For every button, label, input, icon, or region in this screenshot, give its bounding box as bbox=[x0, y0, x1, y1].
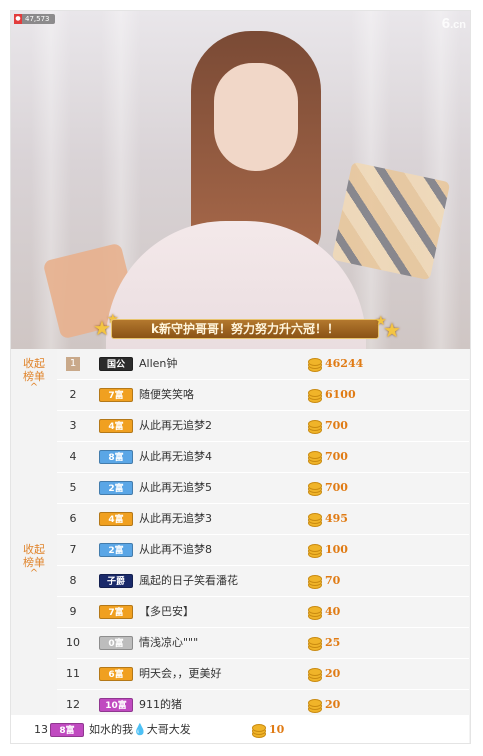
rich-level-badge: 4富 bbox=[99, 512, 133, 526]
rich-level-badge: 7富 bbox=[99, 388, 133, 402]
user-name[interactable]: 从此再无追梦3 bbox=[139, 504, 212, 534]
user-name[interactable]: 明天会，，更美好 bbox=[139, 659, 222, 689]
user-name[interactable]: 【多巴安】 bbox=[139, 597, 194, 627]
coin-stack-icon bbox=[307, 543, 322, 558]
rank-number: 10 bbox=[66, 636, 80, 649]
chevron-up-icon: ^ bbox=[29, 382, 39, 393]
ranking-group: 收起 榜单 ^ 1 国公 Allen钟 46244 2 7富 随便笑笑咯 6100 3 4富 从此再… bbox=[11, 349, 470, 535]
viewers-icon: ● bbox=[14, 14, 22, 24]
user-name[interactable]: Allen钟 bbox=[139, 349, 177, 379]
collapse-list-toggle[interactable]: 收起 榜单 ^ bbox=[11, 535, 57, 579]
ranking-rows: 7 2富 从此再不追梦8 100 8 子爵 風起的日子笑看潘花 70 9 7富 【多巴安】 40 10 0… bbox=[57, 535, 469, 721]
pillow-decoration bbox=[331, 161, 451, 281]
rich-level-badge: 10富 bbox=[99, 698, 133, 712]
chevron-up-icon: ^ bbox=[29, 568, 39, 579]
rank-number: 11 bbox=[66, 667, 80, 680]
contribution-score: 46244 bbox=[325, 357, 364, 370]
ranking-rows: 1 国公 Allen钟 46244 2 7富 随便笑笑咯 6100 3 4富 从此再无追梦2 700 4… bbox=[57, 349, 469, 535]
coin-stack-icon bbox=[307, 512, 322, 527]
ranking-group: 收起 榜单 ^ 7 2富 从此再不追梦8 100 8 子爵 風起的日子笑看潘花 70 9 7富 【多… bbox=[11, 535, 470, 721]
collapse-list-toggle[interactable]: 收起 榜单 ^ bbox=[11, 349, 57, 393]
collapse-label: 收起 bbox=[23, 543, 45, 556]
rank-number: 7 bbox=[69, 543, 77, 556]
rank-number: 3 bbox=[69, 419, 77, 432]
coin-stack-icon bbox=[307, 388, 322, 403]
logo-main: 6 bbox=[441, 15, 451, 32]
contribution-score: 6100 bbox=[325, 388, 356, 401]
rich-level-badge: 8富 bbox=[99, 450, 133, 464]
ranking-row[interactable]: 1 国公 Allen钟 46244 bbox=[57, 349, 469, 380]
contribution-score: 100 bbox=[325, 543, 348, 556]
rank-number: 9 bbox=[69, 605, 77, 618]
coin-stack-icon bbox=[307, 450, 322, 465]
coin-stack-icon bbox=[307, 419, 322, 434]
rich-level-badge: 2富 bbox=[99, 543, 133, 557]
collapse-label: 收起 bbox=[23, 357, 45, 370]
user-name[interactable]: 从此再无追梦4 bbox=[139, 442, 212, 472]
view-count: 47,573 bbox=[25, 15, 50, 23]
contribution-score: 25 bbox=[325, 636, 341, 649]
coin-stack-icon bbox=[307, 574, 322, 589]
user-name[interactable]: 从此再无追梦5 bbox=[139, 473, 212, 503]
streamer-face bbox=[214, 63, 298, 171]
contribution-score: 40 bbox=[325, 605, 341, 618]
contribution-score: 10 bbox=[269, 723, 285, 736]
contribution-score: 700 bbox=[325, 481, 348, 494]
rich-level-badge: 6富 bbox=[99, 667, 133, 681]
contribution-score: 700 bbox=[325, 419, 348, 432]
ranking-row[interactable]: 10 0富 情浅凉心""" 25 bbox=[57, 628, 469, 659]
rich-level-badge: 4富 bbox=[99, 419, 133, 433]
rich-level-badge: 子爵 bbox=[99, 574, 133, 588]
rich-level-badge: 2富 bbox=[99, 481, 133, 495]
banner-text: k新守护哥哥！努力努力升六冠！！ bbox=[111, 319, 379, 339]
live-room-panel: ● 47,573 6.cn ★ ★ k新守护哥哥！努力努力升六冠！！ ★ ★ 收… bbox=[10, 10, 471, 744]
coin-stack-icon bbox=[307, 357, 322, 372]
rank-number: 8 bbox=[69, 574, 77, 587]
rich-level-badge: 0富 bbox=[99, 636, 133, 650]
ranking-row[interactable]: 8 子爵 風起的日子笑看潘花 70 bbox=[57, 566, 469, 597]
ranking-row[interactable]: 13 8富 如水的我💧大哥大发 10 bbox=[11, 715, 469, 743]
rich-level-badge: 8富 bbox=[50, 723, 84, 737]
contribution-score: 70 bbox=[325, 574, 341, 587]
coin-stack-icon bbox=[307, 636, 322, 651]
user-name[interactable]: 風起的日子笑看潘花 bbox=[139, 566, 238, 596]
view-count-badge: ● 47,573 bbox=[14, 14, 55, 24]
coin-stack-icon bbox=[307, 605, 322, 620]
coin-stack-icon bbox=[307, 481, 322, 496]
coin-stack-icon bbox=[307, 667, 322, 682]
star-icon: ★ bbox=[383, 318, 401, 342]
coin-stack-icon bbox=[307, 698, 322, 713]
rank-number: 4 bbox=[69, 450, 77, 463]
user-name[interactable]: 从此再无追梦2 bbox=[139, 411, 212, 441]
rank-number: 2 bbox=[69, 388, 77, 401]
ranking-row[interactable]: 6 4富 从此再无追梦3 495 bbox=[57, 504, 469, 535]
ranking-rows: 13 8富 如水的我💧大哥大发 10 bbox=[11, 715, 469, 743]
ranking-row[interactable]: 3 4富 从此再无追梦2 700 bbox=[57, 411, 469, 442]
contribution-score: 20 bbox=[325, 667, 341, 680]
ranking-row[interactable]: 2 7富 随便笑笑咯 6100 bbox=[57, 380, 469, 411]
rank-number: 1 bbox=[66, 357, 80, 371]
contribution-score: 700 bbox=[325, 450, 348, 463]
contribution-score: 495 bbox=[325, 512, 348, 525]
logo-suffix: .cn bbox=[450, 19, 466, 31]
rank-number: 6 bbox=[69, 512, 77, 525]
site-logo: 6.cn bbox=[442, 15, 466, 32]
guardian-banner: ★ ★ k新守护哥哥！努力努力升六冠！！ ★ ★ bbox=[89, 312, 401, 342]
rich-level-badge: 国公 bbox=[99, 357, 133, 371]
user-name[interactable]: 随便笑笑咯 bbox=[139, 380, 194, 410]
ranking-group: 13 8富 如水的我💧大哥大发 10 bbox=[11, 715, 470, 743]
ranking-row[interactable]: 9 7富 【多巴安】 40 bbox=[57, 597, 469, 628]
ranking-row[interactable]: 4 8富 从此再无追梦4 700 bbox=[57, 442, 469, 473]
coin-stack-icon bbox=[251, 723, 266, 738]
video-player[interactable]: ● 47,573 6.cn ★ ★ k新守护哥哥！努力努力升六冠！！ ★ ★ bbox=[11, 11, 470, 349]
ranking-row[interactable]: 7 2富 从此再不追梦8 100 bbox=[57, 535, 469, 566]
fan-ranking-list: 收起 榜单 ^ 1 国公 Allen钟 46244 2 7富 随便笑笑咯 6100 3 4富 从此再… bbox=[11, 349, 470, 743]
user-name[interactable]: 从此再不追梦8 bbox=[139, 535, 212, 565]
user-name[interactable]: 如水的我💧大哥大发 bbox=[89, 715, 191, 743]
rank-number: 5 bbox=[69, 481, 77, 494]
ranking-row[interactable]: 11 6富 明天会，，更美好 20 bbox=[57, 659, 469, 690]
user-name[interactable]: 情浅凉心""" bbox=[139, 628, 198, 658]
rich-level-badge: 7富 bbox=[99, 605, 133, 619]
ranking-row[interactable]: 5 2富 从此再无追梦5 700 bbox=[57, 473, 469, 504]
